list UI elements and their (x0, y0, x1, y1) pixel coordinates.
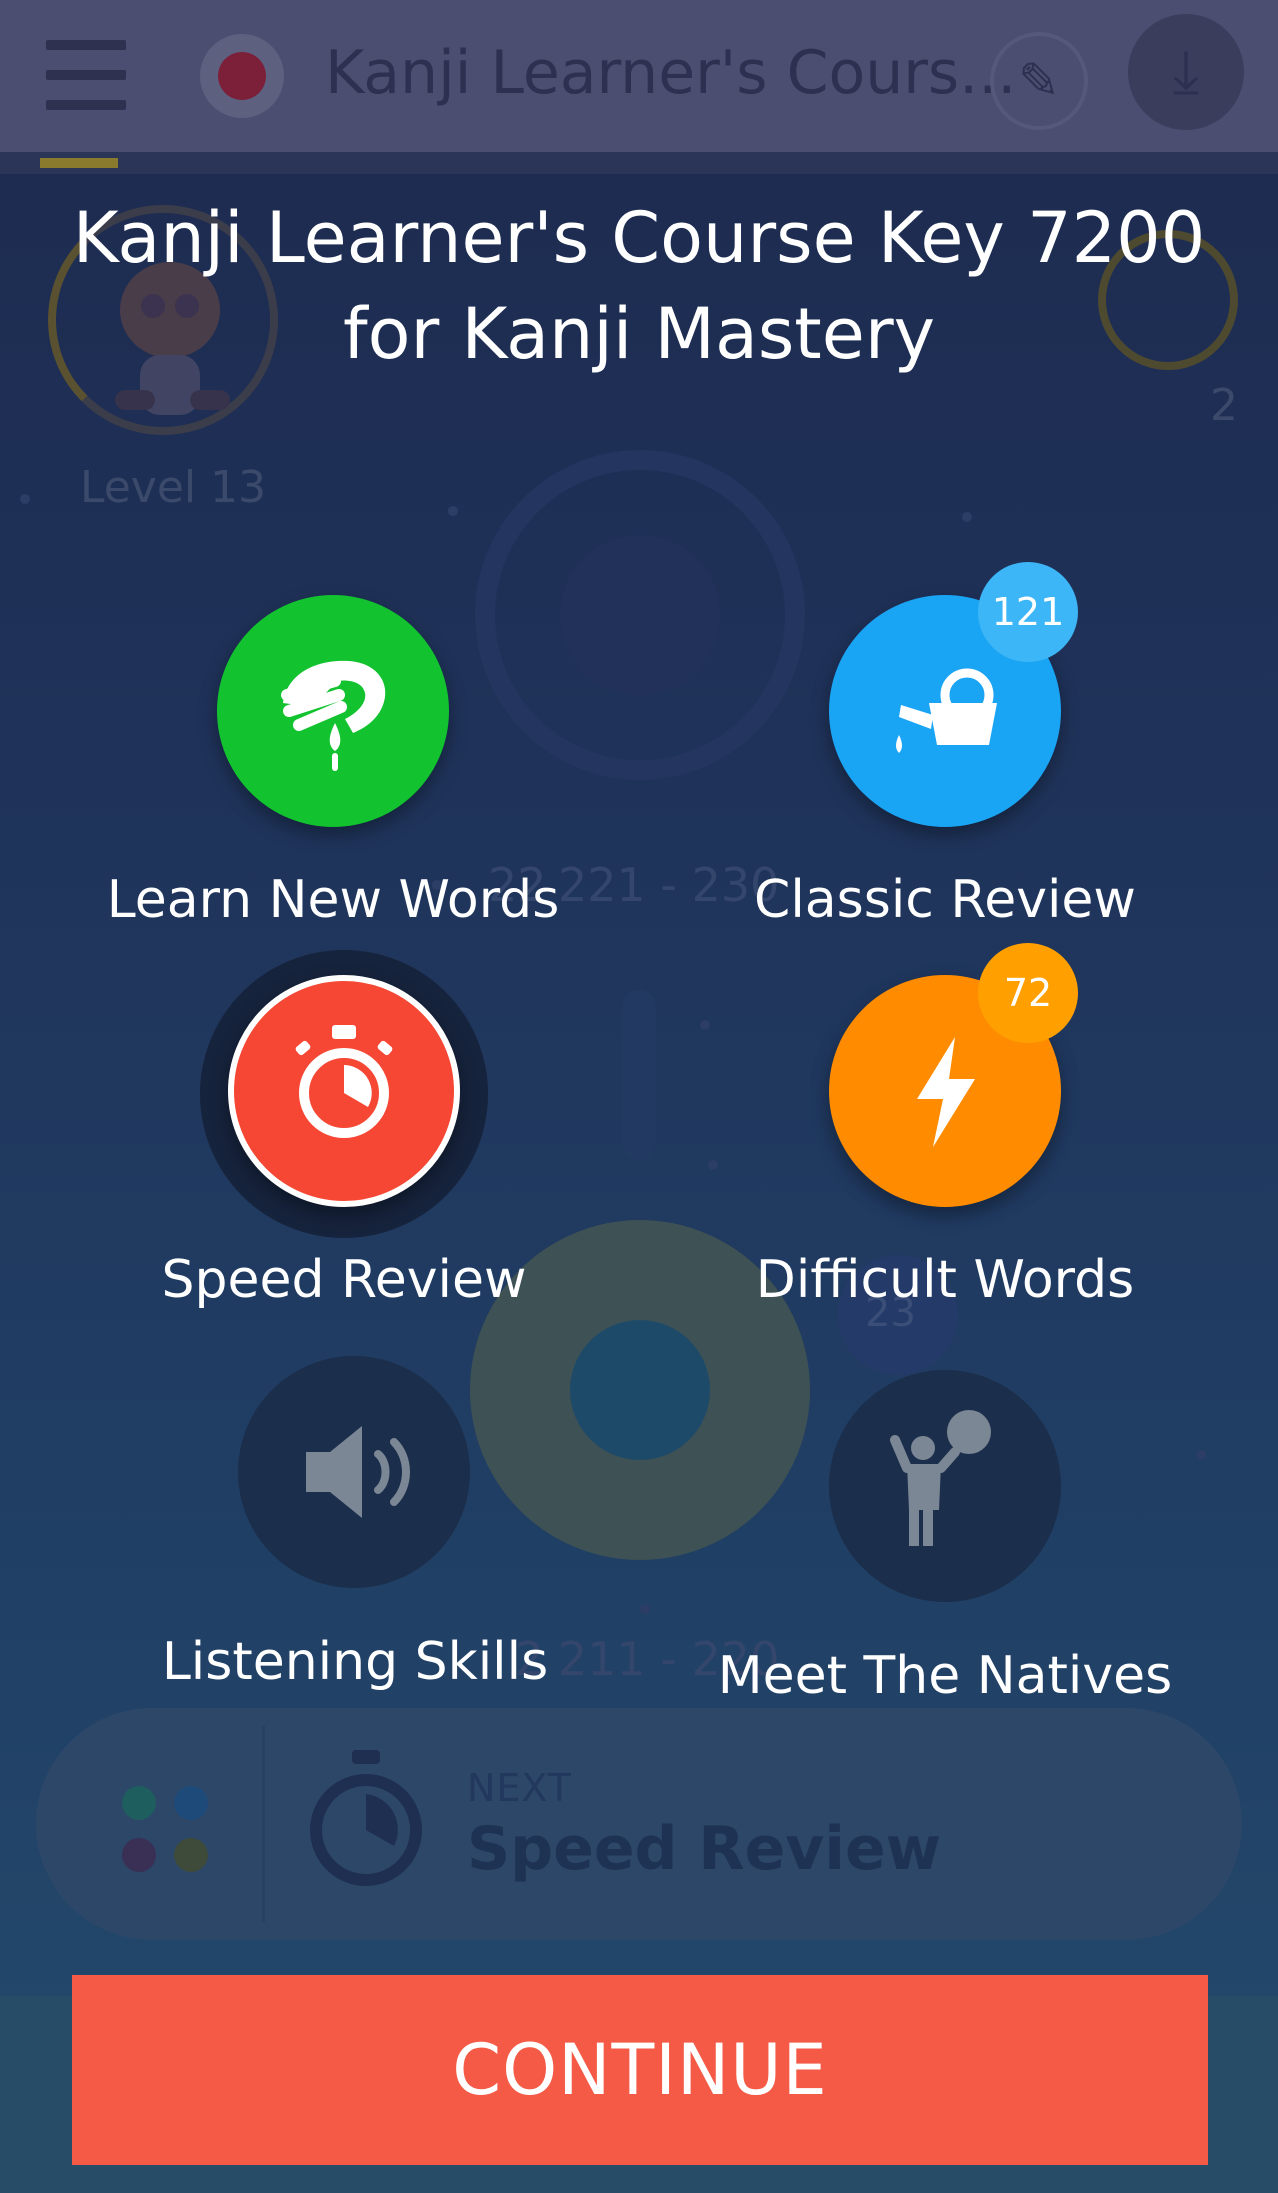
level-node-center (560, 535, 720, 695)
difficult-words-count-badge: 72 (978, 943, 1078, 1043)
menu-icon (46, 40, 126, 110)
stopwatch-icon (310, 1750, 422, 1886)
learn-new-words-button[interactable] (217, 595, 449, 827)
pencil-icon: ✎ (990, 32, 1088, 130)
native-speaker-icon (890, 1410, 991, 1546)
level-label: Level 13 (80, 462, 267, 513)
japan-flag-icon (200, 34, 284, 118)
next-session-title: Speed Review (467, 1814, 942, 1884)
meet-the-natives-button[interactable] (829, 1370, 1061, 1602)
dot (700, 1020, 710, 1030)
meet-the-natives-label: Meet The Natives (717, 1646, 1173, 1706)
classic-review-count-badge: 121 (978, 562, 1078, 662)
course-title: Kanji Learner's Cours... (325, 38, 1017, 108)
dot (20, 494, 30, 504)
course-progress-fill (40, 158, 118, 168)
range-label-top: 221 - 230 (558, 858, 780, 912)
dot (1196, 1450, 1206, 1460)
dot (448, 506, 458, 516)
modal-course-title: Kanji Learner's Course Key 7200 for Kanj… (72, 197, 1206, 375)
next-label: NEXT (467, 1766, 573, 1810)
speed-review-label: Speed Review (161, 1250, 527, 1310)
continue-button[interactable]: CONTINUE (72, 1975, 1208, 2165)
dot (962, 512, 972, 522)
seed-hand-icon (281, 660, 386, 771)
session-grid-icon (122, 1786, 212, 1876)
listening-skills-button[interactable] (238, 1356, 470, 1588)
download-check-icon: ⤓ (1128, 14, 1244, 130)
learn-new-words-label: Learn New Words (106, 870, 560, 930)
classic-review-label: Classic Review (754, 870, 1136, 930)
difficult-words-label: Difficult Words (755, 1250, 1135, 1310)
speaker-icon (306, 1426, 410, 1518)
next-bar-divider (262, 1726, 265, 1922)
speed-review-button[interactable] (228, 975, 460, 1207)
course-progress-track (0, 152, 1278, 174)
daily-goal-count: 2 (1210, 380, 1238, 431)
dot (708, 1160, 718, 1170)
dot (640, 1604, 650, 1614)
stopwatch-icon (295, 1025, 393, 1138)
path-connector (622, 990, 656, 1160)
listening-skills-label: Listening Skills (161, 1632, 549, 1692)
